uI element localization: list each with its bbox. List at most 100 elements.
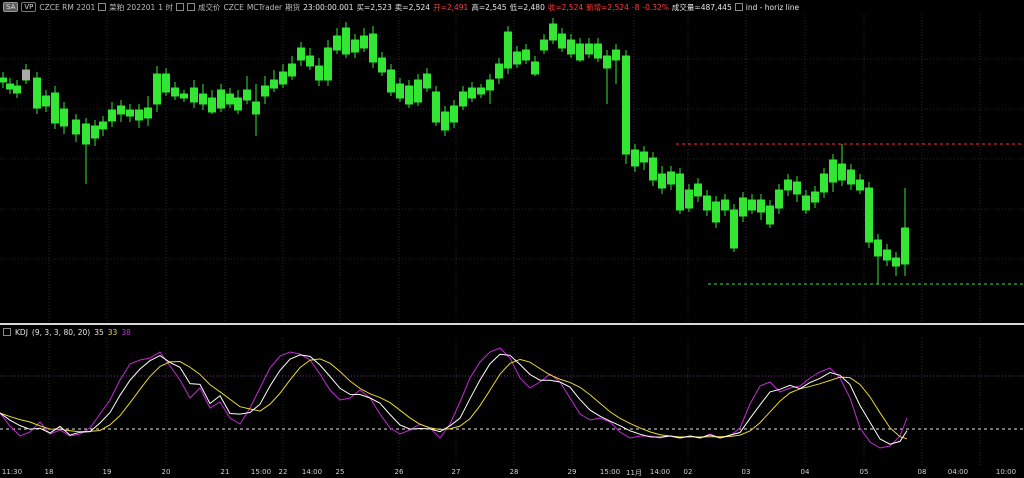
x-tick-label: 15:00 xyxy=(250,468,272,476)
candle-body xyxy=(351,39,359,53)
candle-body xyxy=(703,195,711,211)
candle-body xyxy=(180,93,188,99)
candle-body xyxy=(441,111,449,131)
candle-body xyxy=(0,77,7,83)
exchange-label: CZCE xyxy=(223,2,244,12)
candle-body xyxy=(486,79,494,91)
candle-body xyxy=(649,157,657,181)
candle-body xyxy=(612,49,620,61)
candle-body xyxy=(199,93,207,105)
latest-price: 新增=2,524 xyxy=(586,2,629,12)
candle-body xyxy=(622,55,630,155)
candle-body xyxy=(540,39,548,51)
candle-body xyxy=(468,87,476,99)
candle-body xyxy=(658,173,666,189)
candle-body xyxy=(847,169,855,185)
candle-body xyxy=(567,39,575,55)
candle-body xyxy=(279,71,287,85)
candle-body xyxy=(829,159,837,183)
candle-body xyxy=(243,89,251,101)
kdj-close-icon[interactable] xyxy=(3,328,11,336)
x-tick-label: 25 xyxy=(335,468,345,476)
candle-body xyxy=(739,197,747,217)
candle-body xyxy=(270,79,278,89)
candle-body xyxy=(640,151,648,163)
x-tick-label: 14:00 xyxy=(649,468,671,476)
time-axis: 11:30 18 19 20 21 15:00 22 14:00 25 26 2… xyxy=(0,466,1024,477)
candle-body xyxy=(757,199,765,213)
candle-body xyxy=(865,187,873,243)
candle-body xyxy=(396,83,404,99)
candle-body xyxy=(99,121,107,130)
candle-body xyxy=(495,63,503,79)
feed-settings-icon[interactable] xyxy=(186,3,195,11)
candle-body xyxy=(531,61,539,75)
kdj-indicator-chart[interactable] xyxy=(0,338,1024,466)
candle-body xyxy=(261,85,269,97)
candle-body xyxy=(676,173,684,211)
pane-separator[interactable] xyxy=(0,323,1024,325)
candle-body xyxy=(126,109,134,117)
candle-body xyxy=(234,97,242,111)
x-tick-label: 22 xyxy=(278,468,288,476)
indicator-settings-icon[interactable] xyxy=(734,3,743,11)
candle-body xyxy=(208,97,216,113)
candle-body xyxy=(477,87,485,95)
x-tick-label: 19 xyxy=(102,468,112,476)
candle-body xyxy=(748,199,756,211)
candle-body xyxy=(585,43,593,55)
candle-body xyxy=(883,249,891,261)
candle-body xyxy=(775,189,783,209)
kdj-k-line xyxy=(0,353,908,445)
candle-body xyxy=(594,43,602,59)
candle-body xyxy=(450,105,458,123)
change-percent: -0.32% xyxy=(642,2,669,12)
candle-body xyxy=(811,191,819,203)
candle-body xyxy=(135,109,143,121)
symbol-button[interactable]: SA xyxy=(3,2,19,12)
kdj-d-value: 33 xyxy=(107,327,118,337)
candle-body xyxy=(217,89,225,109)
instrument-code: CZCE RM 2201 xyxy=(39,2,96,12)
x-tick-label: 20 xyxy=(161,468,171,476)
x-tick-label: 04:00 xyxy=(947,468,969,476)
vp-button[interactable]: VP xyxy=(21,2,37,12)
candle-body xyxy=(42,95,50,107)
bid-price: 买=2,523 xyxy=(356,2,392,12)
candle-body xyxy=(82,123,90,145)
chart-header-bar: SA VP CZCE RM 2201 菜粕 202201 1 时 成交价 CZC… xyxy=(0,0,1024,14)
candle-body xyxy=(171,87,179,97)
x-tick-label: 26 xyxy=(394,468,404,476)
kdj-label: KDJ xyxy=(15,327,28,337)
kdj-j-value: 38 xyxy=(121,327,131,337)
candle-body xyxy=(60,108,68,127)
candle-body xyxy=(297,47,305,61)
candle-body xyxy=(414,79,422,103)
volume: 成交量=487,445 xyxy=(671,2,732,12)
x-tick-label: 08 xyxy=(917,468,927,476)
candle-body xyxy=(667,171,675,185)
candle-body xyxy=(162,73,170,93)
candle-body xyxy=(423,73,431,89)
candlestick-chart[interactable] xyxy=(0,14,1024,323)
candle-body xyxy=(6,83,14,90)
x-tick-label: 18 xyxy=(44,468,54,476)
candle-body xyxy=(378,57,386,73)
candle-body xyxy=(522,49,530,61)
x-tick-label: 11:30 xyxy=(1,468,23,476)
candle-body xyxy=(685,189,693,209)
candle-body xyxy=(721,199,729,211)
candle-body xyxy=(144,107,152,119)
x-tick-label: 04 xyxy=(800,468,810,476)
x-tick-label: 29 xyxy=(567,468,577,476)
x-tick-label: 21 xyxy=(220,468,230,476)
period-settings-icon[interactable] xyxy=(175,3,184,11)
instrument-settings-icon[interactable] xyxy=(98,3,107,11)
feed-label: 成交价 xyxy=(197,2,221,12)
x-tick-label: 05 xyxy=(859,468,869,476)
period-label: 1 时 xyxy=(158,2,173,12)
candle-body xyxy=(730,209,738,249)
kdj-k-value: 35 xyxy=(94,327,104,337)
platform-label: MCTrader xyxy=(246,2,283,12)
candle-body xyxy=(405,85,413,105)
